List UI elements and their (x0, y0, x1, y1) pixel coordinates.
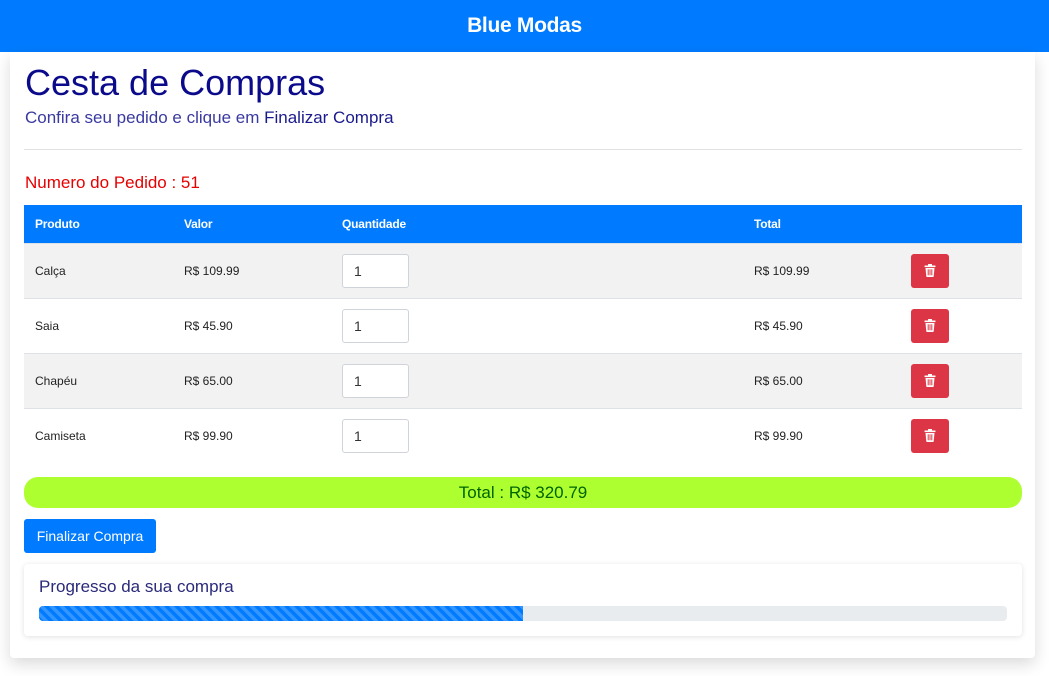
trash-icon (924, 319, 936, 332)
product-price: R$ 109.99 (184, 263, 240, 278)
table-row: Calça R$ 109.99 R$ 109.99 (24, 243, 1022, 298)
trash-icon (924, 264, 936, 277)
actions-cell (900, 243, 1022, 298)
quantity-input[interactable] (342, 308, 409, 343)
progress-label: Progresso da sua compra (39, 577, 234, 596)
quantity-cell (331, 243, 743, 298)
trash-icon (924, 429, 936, 443)
product-price: R$ 99.90 (184, 428, 233, 443)
table-header-row: Produto Valor Quantidade Total (24, 205, 1022, 243)
table-row: Camiseta R$ 99.90 R$ 99.90 (24, 408, 1022, 463)
table-row: Saia R$ 45.90 R$ 45.90 (24, 298, 1022, 353)
remove-item-button[interactable] (911, 363, 949, 398)
product-price: R$ 65.00 (184, 373, 233, 388)
quantity-input[interactable] (342, 253, 409, 288)
remove-item-button[interactable] (911, 418, 949, 453)
product-name: Chapéu (35, 373, 78, 388)
product-name: Calça (35, 263, 66, 278)
order-number: Numero do Pedido : 51 (25, 173, 200, 192)
cart-table: Produto Valor Quantidade Total Calça R$ 1… (24, 205, 1022, 463)
row-total: R$ 45.90 (754, 318, 803, 333)
quantity-input[interactable] (342, 418, 409, 453)
trash-icon (924, 374, 936, 387)
product-price: R$ 45.90 (184, 318, 233, 333)
column-header-price: Valor (184, 216, 213, 231)
row-total: R$ 109.99 (754, 263, 810, 278)
brand-logo-text[interactable]: Blue Modas (467, 14, 582, 38)
actions-cell (900, 298, 1022, 353)
quantity-cell (331, 298, 743, 353)
column-header-total: Total (754, 216, 781, 231)
quantity-cell (331, 353, 743, 408)
finalize-purchase-button[interactable]: Finalizar Compra (24, 519, 156, 553)
progress-bar-fill (39, 606, 523, 621)
page-subtitle: Confira seu pedido e clique em Finalizar… (25, 108, 394, 128)
column-header-quantity: Quantidade (342, 216, 407, 231)
row-total: R$ 65.00 (754, 373, 803, 388)
progress-card: Progresso da sua compra (24, 564, 1022, 636)
remove-item-button[interactable] (911, 253, 949, 288)
product-name: Camiseta (35, 428, 86, 443)
product-name: Saia (35, 318, 60, 333)
table-row: Chapéu R$ 65.00 R$ 65.00 (24, 353, 1022, 408)
cart-card: Cesta de Compras Confira seu pedido e cl… (10, 52, 1035, 658)
subtitle-prefix: Confira seu pedido e clique em (25, 108, 265, 127)
quantity-input[interactable] (342, 363, 409, 398)
column-header-actions (900, 205, 1022, 243)
progress-bar (39, 606, 1007, 621)
row-total: R$ 99.90 (754, 428, 803, 443)
order-total: Total : R$ 320.79 (24, 477, 1022, 508)
actions-cell (900, 353, 1022, 408)
page-title: Cesta de Compras (25, 62, 326, 103)
column-header-product: Produto (35, 216, 80, 231)
divider (24, 149, 1022, 150)
quantity-cell (331, 408, 743, 463)
navbar: Blue Modas (0, 0, 1049, 52)
remove-item-button[interactable] (911, 308, 949, 343)
subtitle-action-text: Finalizar Compra (264, 108, 394, 127)
actions-cell (900, 408, 1022, 463)
